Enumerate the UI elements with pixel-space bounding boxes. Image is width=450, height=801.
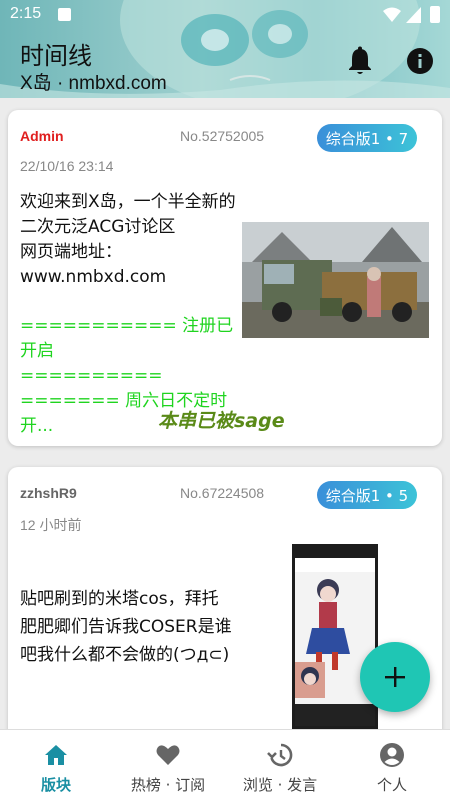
forum-badge[interactable]: 综合版1 • 7: [317, 124, 417, 152]
green-text-line: =========== 注册已开启: [20, 316, 234, 361]
heart-icon: [156, 745, 180, 765]
post-body-line: 欢迎来到X岛，一个半全新的二次元泛ACG讨论区: [20, 192, 236, 237]
nav-item-boards[interactable]: 版块: [0, 730, 112, 801]
nav-label: 个人: [376, 776, 407, 794]
app-header: 2:15 时间线 X岛 · nmbxd.com: [0, 0, 450, 98]
status-time: 2:15: [10, 5, 42, 22]
green-text-line: ==========: [20, 366, 163, 386]
post-card[interactable]: Admin No.52752005 综合版1 • 7 22/10/16 23:1…: [8, 110, 442, 446]
post-card[interactable]: zzhshR9 No.67224508 综合版1 • 5 12 小时前 贴吧刷到…: [8, 467, 442, 757]
home-icon: [45, 745, 67, 765]
account-icon: [380, 743, 404, 767]
post-image-thumbnail[interactable]: [292, 544, 378, 734]
battery-icon: [430, 6, 440, 23]
bell-icon[interactable]: [347, 46, 373, 76]
history-icon: [267, 743, 293, 767]
nav-item-browse-post[interactable]: 浏览 · 发言: [224, 730, 336, 801]
info-icon[interactable]: [406, 47, 434, 75]
post-body: 贴吧刷到的米塔cos，拜托肥肥卿们告诉我COSER是谁吧我什么都不会做的(つд⊂…: [20, 589, 232, 665]
page-subtitle: X岛 · nmbxd.com: [20, 73, 167, 94]
sim-icon: [58, 8, 71, 21]
post-body: 欢迎来到X岛，一个半全新的二次元泛ACG讨论区 网页端地址： www.nmbxd…: [20, 190, 245, 439]
post-author: Admin: [20, 128, 64, 144]
wifi-icon: [383, 7, 401, 22]
post-number: No.67224508: [180, 485, 265, 501]
post-author: zzhshR9: [20, 485, 77, 501]
sage-notice: 本串已被sage: [158, 410, 285, 432]
nav-item-hot-subscribe[interactable]: 热榜 · 订阅: [112, 730, 224, 801]
nav-label: 版块: [40, 776, 71, 794]
post-date: 22/10/16 23:14: [20, 158, 114, 174]
post-date: 12 小时前: [20, 517, 82, 533]
new-post-button[interactable]: [360, 642, 430, 712]
signal-icon: [406, 7, 421, 23]
nav-item-profile[interactable]: 个人: [336, 730, 448, 801]
status-bar: 2:15: [0, 0, 450, 30]
bottom-navigation: 版块 热榜 · 订阅 浏览 · 发言 个人: [0, 729, 450, 801]
post-number: No.52752005: [180, 128, 265, 144]
post-image-thumbnail[interactable]: [242, 222, 429, 338]
page-title: 时间线: [20, 42, 92, 70]
nav-label: 浏览 · 发言: [242, 776, 318, 794]
forum-badge[interactable]: 综合版1 • 5: [317, 481, 417, 509]
plus-icon: [385, 667, 405, 687]
post-body-line: www.nmbxd.com: [20, 267, 167, 287]
post-body-line: 网页端地址：: [20, 242, 122, 262]
nav-label: 热榜 · 订阅: [130, 776, 206, 794]
